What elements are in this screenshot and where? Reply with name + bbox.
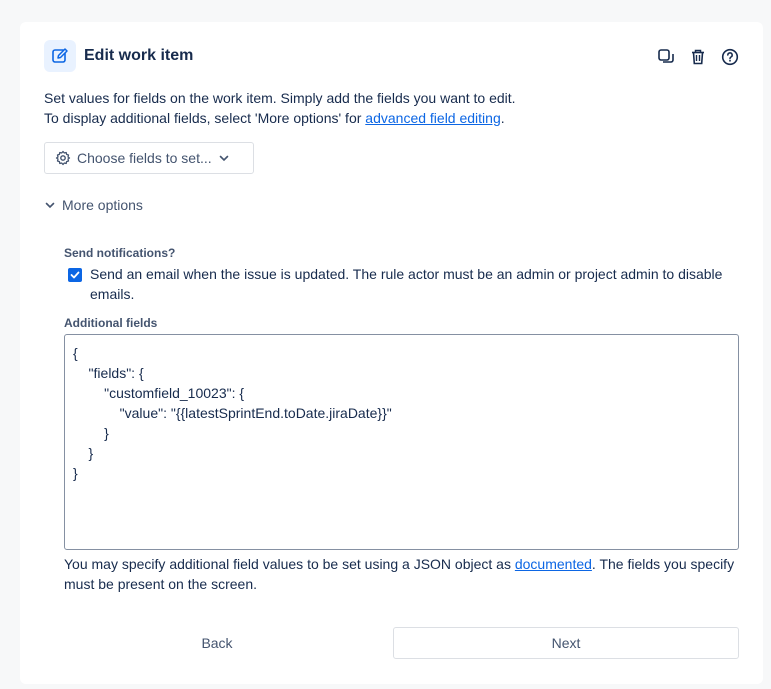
send-email-checkbox[interactable] bbox=[68, 268, 82, 282]
documented-link[interactable]: documented bbox=[515, 556, 592, 572]
gear-icon bbox=[55, 150, 71, 166]
question-icon bbox=[721, 48, 739, 66]
next-button[interactable]: Next bbox=[393, 627, 739, 659]
additional-fields-label: Additional fields bbox=[64, 316, 158, 330]
edit-icon bbox=[44, 40, 76, 72]
panel-header: Edit work item bbox=[44, 40, 193, 72]
header-actions bbox=[655, 46, 741, 68]
page-title: Edit work item bbox=[84, 47, 194, 64]
send-email-checkbox-label: Send an email when the issue is updated.… bbox=[90, 266, 723, 302]
chevron-down-icon bbox=[219, 155, 228, 162]
more-options-toggle[interactable]: More options bbox=[44, 197, 143, 213]
more-options-label: More options bbox=[62, 197, 143, 213]
description: Set values for fields on the work item. … bbox=[44, 88, 516, 128]
additional-fields-help: You may specify additional field values … bbox=[64, 554, 744, 594]
description-line-1: Set values for fields on the work item. … bbox=[44, 90, 516, 106]
help-text-prefix: You may specify additional field values … bbox=[64, 556, 515, 572]
additional-fields-textarea[interactable]: { "fields": { "customfield_10023": { "va… bbox=[64, 334, 739, 550]
choose-fields-button[interactable]: Choose fields to set... bbox=[44, 142, 254, 174]
checkmark-icon bbox=[70, 271, 80, 279]
description-line-2-suffix: . bbox=[500, 110, 505, 126]
duplicate-icon bbox=[658, 49, 674, 63]
description-line-2: To display additional fields, select 'Mo… bbox=[44, 108, 516, 128]
back-button[interactable]: Back bbox=[44, 627, 390, 659]
help-button[interactable] bbox=[719, 46, 741, 68]
send-email-checkbox-row: Send an email when the issue is updated.… bbox=[68, 264, 728, 304]
send-notifications-label: Send notifications? bbox=[64, 246, 176, 260]
description-line-2-text: To display additional fields, select 'Mo… bbox=[44, 110, 366, 126]
delete-button[interactable] bbox=[687, 46, 709, 68]
edit-work-item-panel: Edit work item Set values for fields on … bbox=[20, 22, 763, 684]
advanced-field-editing-link[interactable]: advanced field editing bbox=[365, 110, 500, 126]
choose-fields-label: Choose fields to set... bbox=[77, 150, 212, 166]
trash-icon bbox=[692, 49, 704, 65]
chevron-down-icon bbox=[45, 202, 55, 209]
duplicate-button[interactable] bbox=[655, 46, 677, 68]
